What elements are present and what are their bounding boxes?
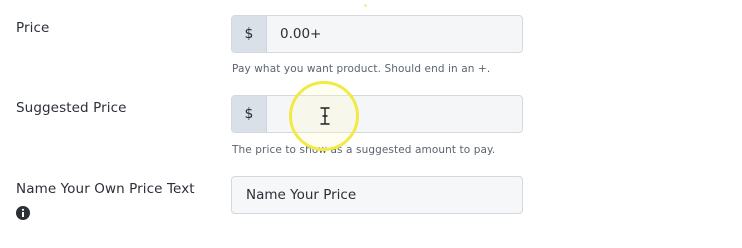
suggested-price-label: Suggested Price <box>16 100 127 116</box>
suggested-price-help-text: The price to show as a suggested amount … <box>232 144 496 156</box>
price-currency-addon: $ <box>232 16 267 52</box>
price-label: Price <box>16 20 50 36</box>
name-your-own-price-input[interactable]: Name Your Price <box>232 177 522 213</box>
name-your-own-price-label: Name Your Own Price Text <box>16 181 195 197</box>
price-input-group: $ 0.00+ <box>231 15 523 53</box>
price-input[interactable]: 0.00+ <box>267 16 522 52</box>
cursor-trail-dot <box>364 4 367 7</box>
name-your-own-price-input-group: Name Your Price <box>231 176 523 214</box>
suggested-price-currency-addon: $ <box>232 96 267 132</box>
info-circle-icon[interactable] <box>16 205 30 220</box>
suggested-price-input-group: $ <box>231 95 523 133</box>
suggested-price-input[interactable] <box>267 96 522 132</box>
price-help-text: Pay what you want product. Should end in… <box>232 63 491 75</box>
pricing-form: Price $ 0.00+ Pay what you want product.… <box>0 0 742 248</box>
